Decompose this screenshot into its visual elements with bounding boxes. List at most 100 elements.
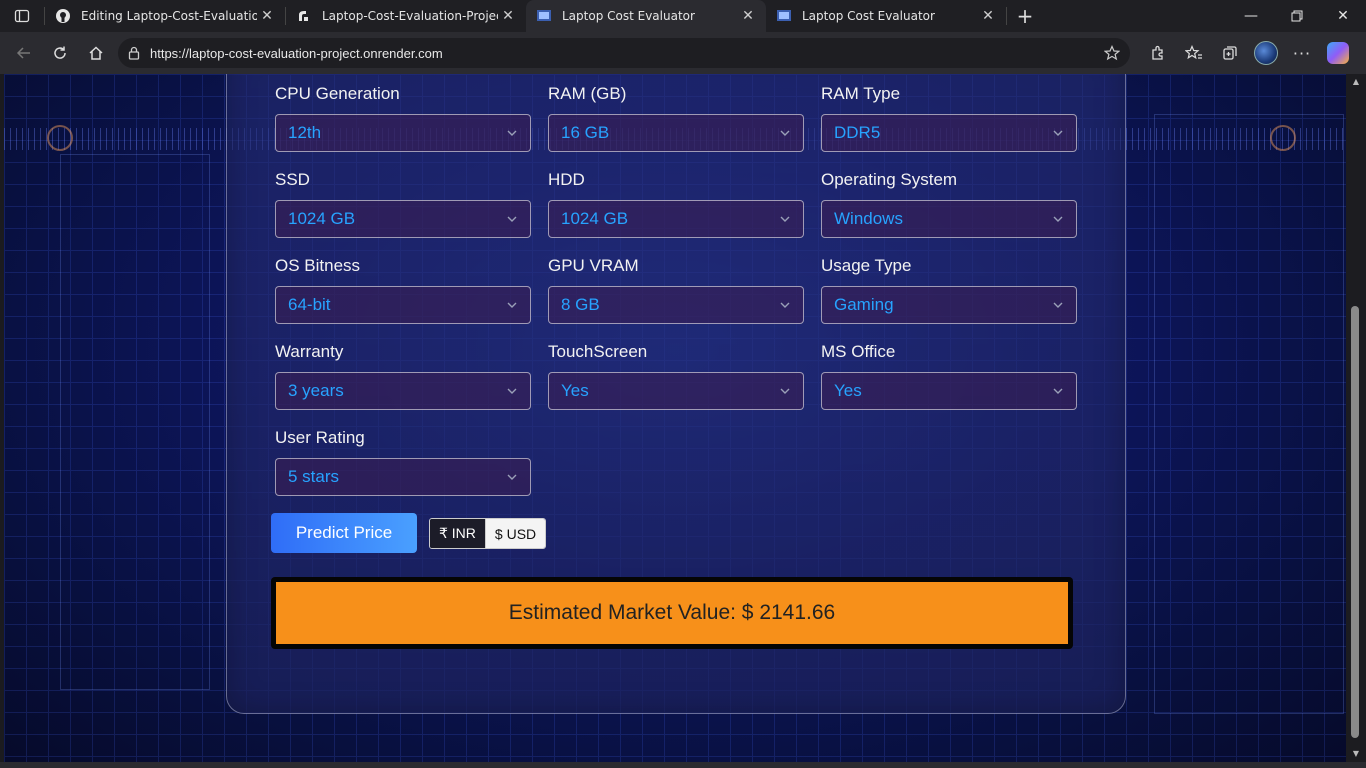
profile-avatar[interactable] bbox=[1248, 37, 1284, 69]
close-icon[interactable]: ✕ bbox=[257, 6, 277, 26]
url-text: https://laptop-cost-evaluation-project.o… bbox=[150, 45, 443, 61]
ram-gb-value: 16 GB bbox=[561, 123, 610, 142]
ram-gb-label: RAM (GB) bbox=[548, 84, 627, 103]
app-icon bbox=[776, 8, 792, 24]
copilot-icon[interactable] bbox=[1320, 37, 1356, 69]
ssd-label: SSD bbox=[275, 170, 310, 189]
operating-system-value: Windows bbox=[834, 209, 903, 228]
close-icon[interactable]: ✕ bbox=[978, 6, 998, 26]
page-viewport bbox=[4, 74, 1346, 762]
chevron-down-icon bbox=[506, 213, 518, 225]
address-bar[interactable]: https://laptop-cost-evaluation-project.o… bbox=[118, 38, 1130, 68]
tab-title: Laptop Cost Evaluator bbox=[562, 9, 695, 23]
minimize-icon[interactable]: — bbox=[1228, 0, 1274, 32]
extensions-icon[interactable] bbox=[1140, 37, 1176, 69]
refresh-icon[interactable] bbox=[42, 37, 78, 69]
tab-render[interactable]: Laptop-Cost-Evaluation-Project · ✕ bbox=[286, 0, 526, 32]
chevron-down-icon bbox=[506, 299, 518, 311]
ssd-value: 1024 GB bbox=[288, 209, 356, 228]
scroll-down-icon[interactable]: ▼ bbox=[1346, 746, 1366, 760]
background-panel-right bbox=[1154, 114, 1344, 714]
chevron-down-icon bbox=[506, 127, 518, 139]
os-bitness-select[interactable]: 64-bit bbox=[275, 286, 531, 324]
tab-github[interactable]: Editing Laptop-Cost-Evaluation-P ✕ bbox=[45, 0, 285, 32]
restore-icon[interactable] bbox=[1274, 0, 1320, 32]
touchscreen-select[interactable]: Yes bbox=[548, 372, 804, 410]
tab-actions-icon[interactable] bbox=[0, 0, 44, 32]
warranty-label: Warranty bbox=[275, 342, 344, 361]
home-icon[interactable] bbox=[78, 37, 114, 69]
chevron-down-icon bbox=[779, 213, 791, 225]
background-gear-left bbox=[47, 125, 73, 151]
avatar bbox=[1254, 41, 1278, 65]
more-options-icon[interactable]: ··· bbox=[1284, 37, 1320, 69]
operating-system-label: Operating System bbox=[821, 170, 958, 189]
usage-type-value: Gaming bbox=[834, 295, 894, 314]
ssd-select[interactable]: 1024 GB bbox=[275, 200, 531, 238]
cpu-generation-value: 12th bbox=[288, 123, 322, 142]
chevron-down-icon bbox=[506, 385, 518, 397]
usage-type-select[interactable]: Gaming bbox=[821, 286, 1077, 324]
new-tab-icon[interactable]: + bbox=[1007, 0, 1043, 32]
touchscreen-label: TouchScreen bbox=[548, 342, 648, 361]
ms-office-select[interactable]: Yes bbox=[821, 372, 1077, 410]
estimated-value-text: Estimated Market Value: $ 2141.66 bbox=[276, 582, 1068, 644]
window-bottom-edge bbox=[0, 762, 1366, 768]
tab-laptop-cost-evaluator[interactable]: Laptop Cost Evaluator ✕ bbox=[766, 0, 1006, 32]
background-panel-left bbox=[60, 154, 210, 690]
background-gear-right bbox=[1270, 125, 1296, 151]
warranty-select[interactable]: 3 years bbox=[275, 372, 531, 410]
ram-gb-select[interactable]: 16 GB bbox=[548, 114, 804, 152]
user-rating-value: 5 stars bbox=[288, 467, 340, 486]
gpu-vram-label: GPU VRAM bbox=[548, 256, 639, 275]
tab-bar: Editing Laptop-Cost-Evaluation-P ✕ Lapto… bbox=[0, 0, 1366, 32]
navigation-bar: https://laptop-cost-evaluation-project.o… bbox=[0, 32, 1366, 74]
close-icon[interactable]: ✕ bbox=[498, 6, 518, 26]
app-icon bbox=[536, 8, 552, 24]
ram-type-select[interactable]: DDR5 bbox=[821, 114, 1077, 152]
touchscreen-value: Yes bbox=[561, 381, 589, 400]
ram-type-value: DDR5 bbox=[834, 123, 881, 142]
currency-toggle: ₹ INR $ USD bbox=[429, 518, 547, 549]
toolbar-right: ··· bbox=[1140, 37, 1356, 69]
page-scrollbar[interactable]: ▲ ▼ bbox=[1346, 74, 1366, 762]
usage-type-label: Usage Type bbox=[821, 256, 912, 275]
gpu-vram-select[interactable]: 8 GB bbox=[548, 286, 804, 324]
ram-type-label: RAM Type bbox=[821, 84, 901, 103]
predict-price-button[interactable]: Predict Price bbox=[271, 513, 417, 553]
chevron-down-icon bbox=[1052, 299, 1064, 311]
scroll-up-icon[interactable]: ▲ bbox=[1346, 74, 1366, 88]
favorites-icon[interactable] bbox=[1176, 37, 1212, 69]
close-window-icon[interactable]: ✕ bbox=[1320, 0, 1366, 32]
hdd-value: 1024 GB bbox=[561, 209, 629, 228]
scroll-thumb[interactable] bbox=[1351, 306, 1359, 738]
user-rating-label: User Rating bbox=[275, 428, 365, 447]
cpu-generation-select[interactable]: 12th bbox=[275, 114, 531, 152]
currency-inr-option[interactable]: ₹ INR bbox=[430, 519, 486, 548]
operating-system-select[interactable]: Windows bbox=[821, 200, 1077, 238]
result-box: Estimated Market Value: $ 2141.66 bbox=[271, 577, 1073, 649]
chevron-down-icon bbox=[779, 127, 791, 139]
chevron-down-icon bbox=[1052, 127, 1064, 139]
favorite-star-icon[interactable] bbox=[1104, 45, 1120, 61]
chevron-down-icon bbox=[1052, 385, 1064, 397]
tab-title: Laptop Cost Evaluator bbox=[802, 9, 935, 23]
ms-office-label: MS Office bbox=[821, 342, 896, 361]
back-icon[interactable] bbox=[6, 37, 42, 69]
currency-usd-option[interactable]: $ USD bbox=[485, 519, 546, 548]
chevron-down-icon bbox=[506, 471, 518, 483]
window-controls: — ✕ bbox=[1228, 0, 1366, 32]
cpu-generation-label: CPU Generation bbox=[275, 84, 400, 103]
copilot-logo bbox=[1327, 42, 1349, 64]
hdd-select[interactable]: 1024 GB bbox=[548, 200, 804, 238]
chevron-down-icon bbox=[779, 299, 791, 311]
hdd-label: HDD bbox=[548, 170, 585, 189]
user-rating-select[interactable]: 5 stars bbox=[275, 458, 531, 496]
tab-title: Laptop-Cost-Evaluation-Project · bbox=[322, 9, 498, 23]
tab-laptop-cost-evaluator-active[interactable]: Laptop Cost Evaluator ✕ bbox=[526, 0, 766, 32]
render-icon bbox=[296, 8, 312, 24]
close-icon[interactable]: ✕ bbox=[738, 6, 758, 26]
os-bitness-value: 64-bit bbox=[288, 295, 331, 314]
collections-icon[interactable] bbox=[1212, 37, 1248, 69]
lock-icon[interactable] bbox=[128, 46, 140, 60]
